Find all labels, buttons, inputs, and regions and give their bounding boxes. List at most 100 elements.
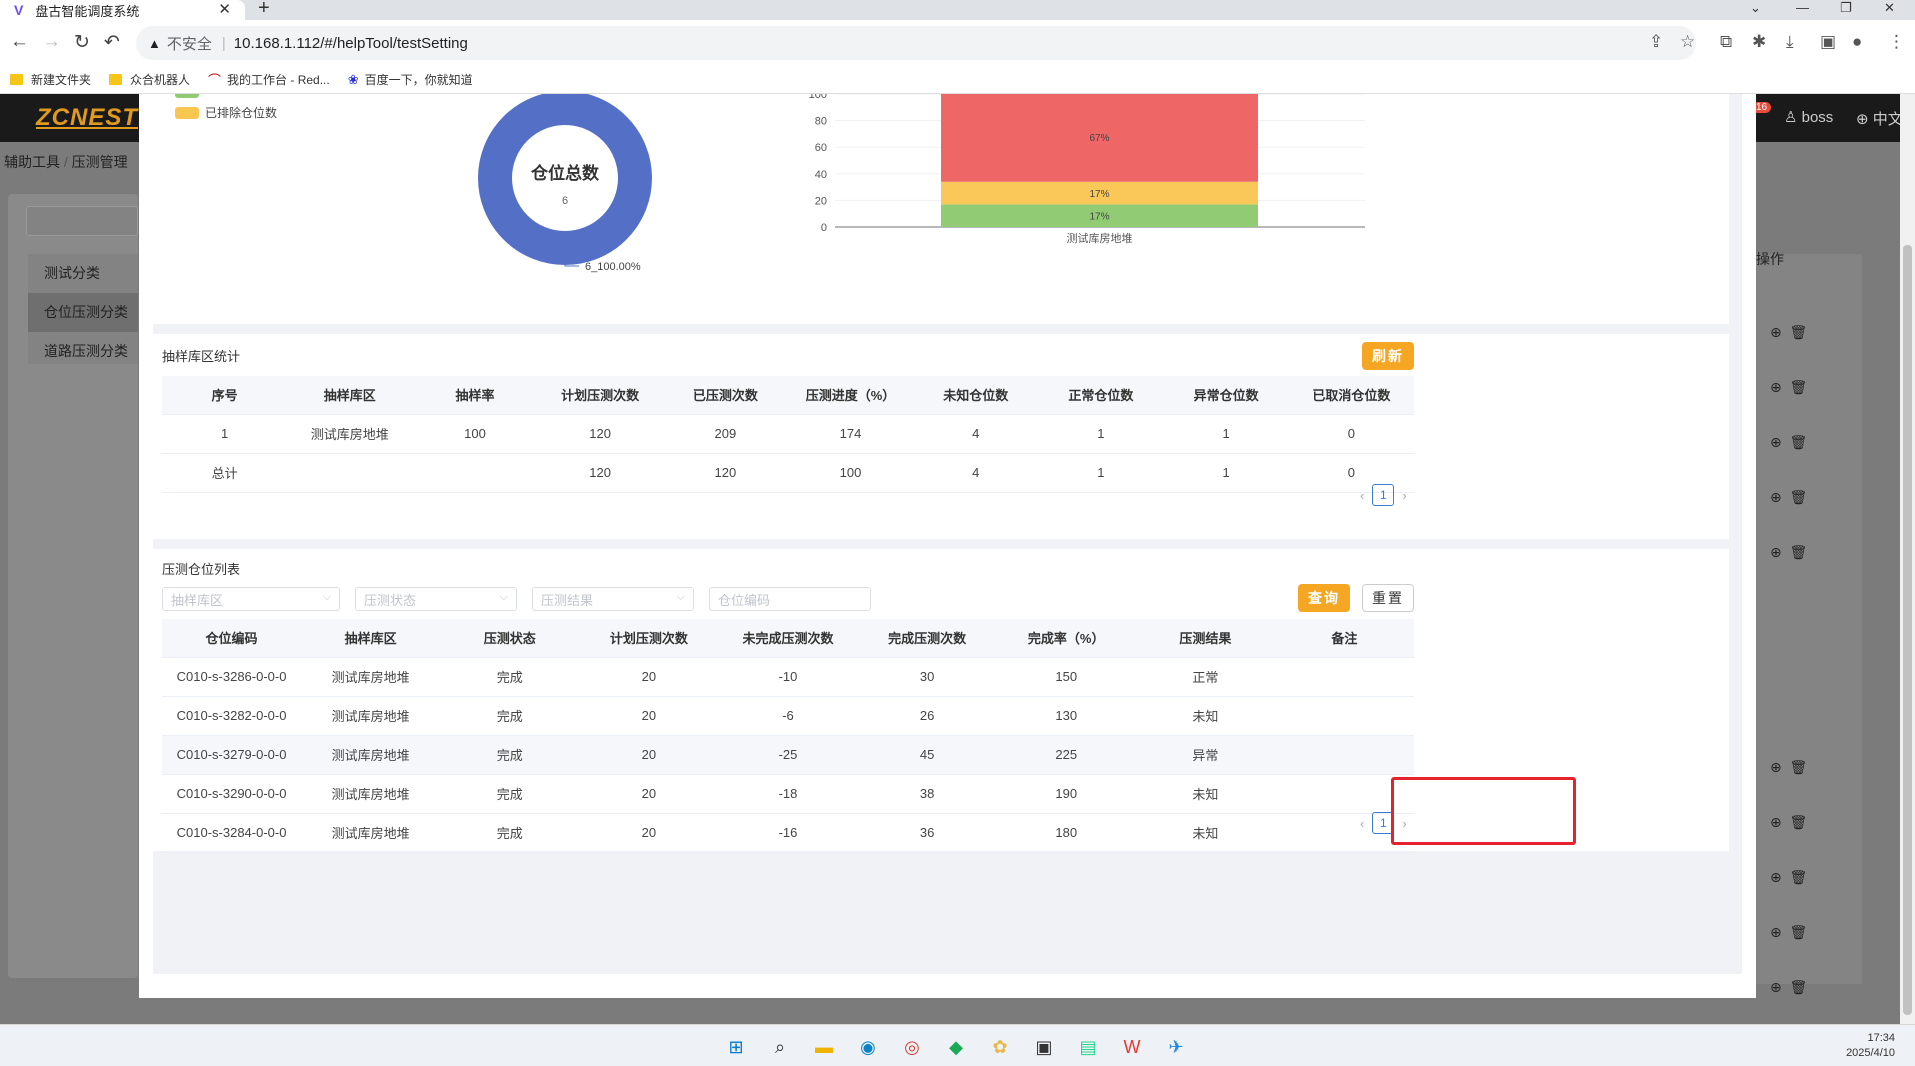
app-green-icon[interactable]: ◆ <box>944 1035 968 1059</box>
add-circle-icon[interactable]: ⊕ <box>1770 544 1782 560</box>
history-back-icon[interactable]: ↶ <box>104 31 120 54</box>
breadcrumb-item[interactable]: 压测管理 <box>72 154 128 170</box>
add-circle-icon[interactable]: ⊕ <box>1770 489 1782 505</box>
scrollbar-thumb[interactable] <box>1903 245 1912 1015</box>
add-circle-icon[interactable]: ⊕ <box>1770 979 1782 995</box>
restore-icon[interactable]: ❐ <box>1840 0 1852 16</box>
trash-icon[interactable]: 🗑 <box>1790 979 1808 995</box>
user-menu[interactable]: ♙ boss <box>1784 108 1833 126</box>
app-yellow-icon[interactable]: ✿ <box>988 1035 1012 1059</box>
menu-icon[interactable]: ⋮ <box>1888 32 1905 52</box>
table-row[interactable]: 总计 120 120 100 4 1 1 0 <box>162 453 1414 493</box>
bookmark-item[interactable]: ❀ 百度一下，你就知道 <box>348 71 473 88</box>
menu-item-road-stress[interactable]: 道路压测分类 <box>28 332 138 371</box>
sample-col-header: 抽样率 <box>412 376 538 415</box>
category-search-input[interactable] <box>26 206 138 236</box>
table-row[interactable]: 1 测试库房地堆 100 120 209 174 4 1 1 0 <box>162 414 1414 454</box>
query-button[interactable]: 查询 <box>1298 584 1350 612</box>
bookmark-item[interactable]: ⌒ 我的工作台 - Red... <box>208 70 330 89</box>
reload-icon[interactable]: ↻ <box>74 31 90 54</box>
language-label: 中文 <box>1872 111 1903 128</box>
table-cell: 100 <box>787 453 914 493</box>
table-row[interactable]: C010-s-3286-0-0-0 测试库房地堆 完成 20 -10 30 150 正常 <box>162 657 1414 697</box>
new-tab-button[interactable]: + <box>258 0 270 20</box>
edge-icon[interactable]: ◉ <box>856 1035 880 1059</box>
close-window-icon[interactable]: ✕ <box>1884 0 1895 16</box>
page-number[interactable]: 1 <box>1372 484 1395 506</box>
slot-code-input[interactable]: 仓位编码 <box>709 587 871 611</box>
add-circle-icon[interactable]: ⊕ <box>1770 434 1782 450</box>
trash-icon[interactable]: 🗑 <box>1790 869 1808 885</box>
table-cell: 正常 <box>1135 657 1275 697</box>
result-select[interactable]: 压测结果 ⌵ <box>532 587 694 611</box>
table-row[interactable]: C010-s-3279-0-0-0 测试库房地堆 完成 20 -25 45 225 异常 <box>162 735 1414 775</box>
area-select[interactable]: 抽样库区 ⌵ <box>162 587 340 611</box>
breadcrumb: 辅助工具 / 压测管理 <box>4 154 128 170</box>
table-row[interactable]: C010-s-3282-0-0-0 测试库房地堆 完成 20 -6 26 130 未知 <box>162 696 1414 736</box>
trash-icon[interactable]: 🗑 <box>1790 924 1808 940</box>
trash-icon[interactable]: 🗑 <box>1790 489 1808 505</box>
table-row[interactable]: C010-s-3290-0-0-0 测试库房地堆 完成 20 -18 38 190 未知 <box>162 774 1414 814</box>
pycharm-icon[interactable]: ▤ <box>1076 1035 1100 1059</box>
terminal-icon[interactable]: ▣ <box>1032 1035 1056 1059</box>
browser-tab[interactable]: V 盘古智能调度系统 ✕ <box>0 0 245 20</box>
table-cell: -16 <box>718 813 858 853</box>
add-circle-icon[interactable]: ⊕ <box>1770 379 1782 395</box>
prev-page-icon[interactable]: ‹ <box>1360 488 1364 503</box>
stress-test-dialog: 已排除仓位数 仓位总数 6 6_100.00% 0 20 40 60 80 100 17% 1… <box>139 94 1756 998</box>
sample-col-header: 异常仓位数 <box>1163 376 1289 415</box>
minimize-icon[interactable]: — <box>1796 0 1809 15</box>
trash-icon[interactable]: 🗑 <box>1790 379 1808 395</box>
sidepanel-icon[interactable]: ▣ <box>1820 32 1836 52</box>
forward-icon[interactable]: → <box>42 31 61 53</box>
charts-svg: 仓位总数 6 6_100.00% 0 20 40 60 80 100 17% 17% 67% 测试… <box>478 94 1365 273</box>
table-row[interactable]: C010-s-3284-0-0-0 测试库房地堆 完成 20 -16 36 180 未知 <box>162 813 1414 853</box>
feishu-icon[interactable]: ✈ <box>1164 1035 1188 1059</box>
file-explorer-icon[interactable]: ▬ <box>812 1035 836 1059</box>
table-cell: 1 <box>1038 414 1164 454</box>
add-circle-icon[interactable]: ⊕ <box>1770 924 1782 940</box>
download-icon[interactable]: ⤓ <box>1786 32 1794 52</box>
share-icon[interactable]: ⇪ <box>1649 32 1663 52</box>
trash-icon[interactable]: 🗑 <box>1790 434 1808 450</box>
bookmark-item[interactable]: 众合机器人 <box>109 71 190 88</box>
chrome-icon[interactable]: ◎ <box>900 1035 924 1059</box>
add-circle-icon[interactable]: ⊕ <box>1770 814 1782 830</box>
language-switch[interactable]: ⊕ 中文 <box>1856 108 1903 129</box>
add-circle-icon[interactable]: ⊕ <box>1770 759 1782 775</box>
row-actions: ⊕ 🗑 <box>1770 434 1807 451</box>
refresh-button[interactable]: 刷新 <box>1362 342 1414 370</box>
wps-icon[interactable]: W <box>1120 1035 1144 1059</box>
trash-icon[interactable]: 🗑 <box>1790 814 1808 830</box>
table-cell: 4 <box>913 453 1039 493</box>
extensions-icon[interactable]: ✱ <box>1752 32 1766 52</box>
trash-icon[interactable]: 🗑 <box>1790 324 1808 340</box>
prev-page-icon[interactable]: ‹ <box>1360 816 1364 831</box>
breadcrumb-item[interactable]: 辅助工具 <box>4 154 60 170</box>
bookmark-star-icon[interactable]: ☆ <box>1680 32 1695 52</box>
table-cell: 20 <box>579 735 719 775</box>
list-col-header: 压测结果 <box>1135 619 1275 658</box>
start-icon[interactable]: ⊞ <box>724 1035 748 1059</box>
system-clock[interactable]: 17:34 2025/4/10 <box>1846 1031 1895 1061</box>
table-cell: -25 <box>718 735 858 775</box>
trash-icon[interactable]: 🗑 <box>1790 544 1808 560</box>
next-page-icon[interactable]: › <box>1402 488 1406 503</box>
tab-search-chevron-icon[interactable]: ⌄ <box>1750 0 1761 16</box>
url-field[interactable]: ▲ 不安全 | 10.168.1.112/#/helpTool/testSett… <box>136 26 1696 60</box>
search-icon[interactable]: ⌕ <box>768 1035 792 1059</box>
bookmark-item[interactable]: 新建文件夹 <box>10 71 91 88</box>
table-cell: 未知 <box>1135 696 1275 736</box>
add-circle-icon[interactable]: ⊕ <box>1770 869 1782 885</box>
menu-item-slot-stress[interactable]: 仓位压测分类 <box>28 293 138 332</box>
reset-button[interactable]: 重置 <box>1362 584 1414 612</box>
folder-icon <box>10 74 23 85</box>
close-tab-icon[interactable]: ✕ <box>218 0 231 18</box>
profile-icon[interactable]: ● <box>1852 32 1862 52</box>
add-circle-icon[interactable]: ⊕ <box>1770 324 1782 340</box>
back-icon[interactable]: ← <box>10 31 29 53</box>
translate-icon[interactable]: ⧉ <box>1720 32 1732 52</box>
trash-icon[interactable]: 🗑 <box>1790 759 1808 775</box>
status-select[interactable]: 压测状态 ⌵ <box>355 587 517 611</box>
menu-item-test-category[interactable]: 测试分类 <box>28 254 138 293</box>
